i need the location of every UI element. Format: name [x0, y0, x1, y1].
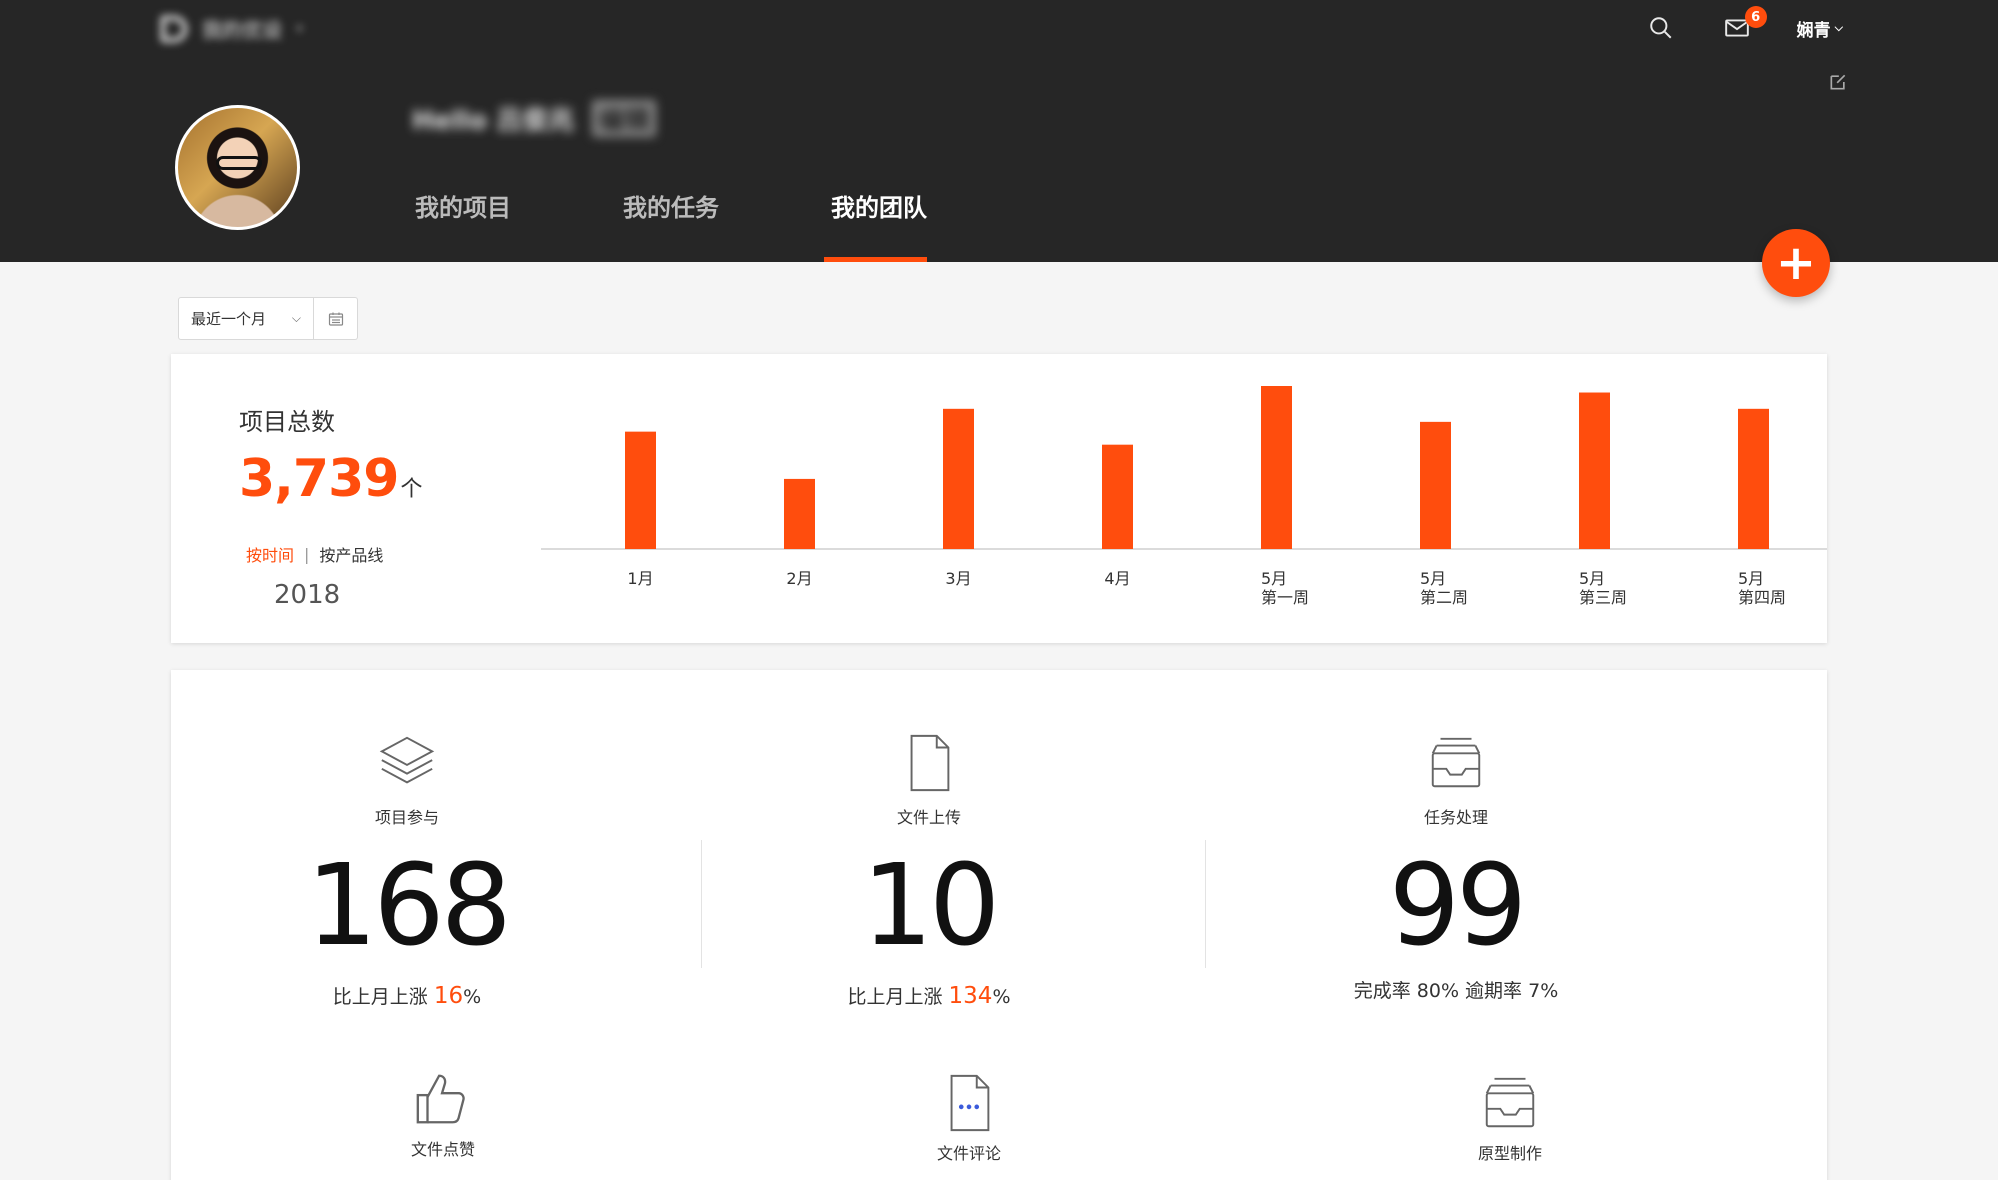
add-button[interactable]: +	[1762, 229, 1830, 297]
chart-bar[interactable]	[1102, 444, 1133, 549]
switch-by-time[interactable]: 按时间	[246, 542, 294, 566]
logo-icon	[160, 14, 188, 43]
app-logo[interactable]: 我的优设 ▾	[160, 14, 303, 43]
stat-label: 文件点赞	[410, 1140, 475, 1159]
tab-my-tasks[interactable]: 我的任务	[623, 196, 719, 262]
x-tick-label: 2月	[786, 569, 812, 588]
stat-value: 99	[1388, 841, 1528, 971]
chevron-down-icon: ⌵	[291, 311, 301, 325]
stat-project-participation: 项目参与 168 比上月上涨 16%	[197, 732, 617, 1009]
x-tick-label: 1月	[627, 569, 653, 588]
search-icon	[1649, 17, 1672, 39]
tab-my-projects[interactable]: 我的项目	[415, 196, 511, 262]
plus-icon: +	[1775, 235, 1817, 291]
stat-change: 比上月上涨 134%	[847, 983, 1011, 1009]
x-tick-label: 5月第四周	[1738, 569, 1786, 607]
chart-bar[interactable]	[1261, 386, 1292, 549]
file-icon	[910, 734, 950, 792]
x-tick-label: 4月	[1104, 569, 1130, 588]
total-title: 项目总数	[239, 408, 335, 436]
total-unit: 个	[400, 477, 423, 502]
date-filter: 最近一个月 ⌵	[178, 297, 358, 340]
divider	[1205, 840, 1206, 968]
inbox-icon	[1431, 737, 1481, 788]
x-tick-label: 5月第三周	[1579, 569, 1627, 607]
greeting-text: Hello 吕俊兆	[412, 106, 575, 136]
bar-chart: 1月 2月 3月 4月 5月第一周 5月第二周 5月第三周 5月第四周	[541, 386, 1827, 607]
tab-my-team[interactable]: 我的团队	[824, 196, 927, 262]
stat-value: 168	[306, 841, 512, 971]
chart-bar[interactable]	[1738, 408, 1769, 549]
stat-change: 比上月上涨 16%	[332, 983, 482, 1009]
stat-file-upload: 文件上传 10 比上月上涨 134%	[719, 732, 1139, 1009]
avatar[interactable]	[175, 105, 300, 230]
stats-card: 项目参与 168 比上月上涨 16% 文件上传 10 比上月上涨 134% 任务…	[171, 670, 1827, 1180]
switch-by-product[interactable]: 按产品线	[319, 542, 383, 566]
chevron-down-icon: ▾	[296, 20, 304, 37]
stat-file-likes: 文件点赞	[343, 1068, 543, 1160]
calendar-button[interactable]	[314, 297, 358, 340]
switch-separator: |	[304, 544, 310, 564]
chart-bar[interactable]	[784, 478, 815, 549]
stat-label: 原型制作	[1477, 1144, 1542, 1163]
user-menu[interactable]: 娴青 ⌵	[1797, 16, 1843, 41]
stat-prototype: 原型制作	[1410, 1072, 1610, 1164]
greeting: Hello 吕俊兆 编辑	[412, 100, 657, 137]
chevron-down-icon: ⌵	[1834, 21, 1843, 34]
chart-bar[interactable]	[943, 408, 974, 549]
stat-file-comments: 文件评论	[869, 1072, 1069, 1164]
role-tag: 编辑	[592, 100, 657, 137]
divider	[701, 840, 702, 968]
mail-button[interactable]: 6	[1721, 6, 1767, 44]
total-value: 3,739 个	[239, 449, 423, 509]
edit-icon[interactable]	[1828, 72, 1848, 92]
stat-value: 10	[861, 841, 1001, 971]
page-header: 我的优设 ▾ 6 娴青 ⌵ Hello 吕俊兆 编辑 我的项目 我的任务 我的团…	[0, 0, 1998, 262]
chart-bar[interactable]	[1420, 421, 1451, 549]
top-actions: 6 娴青 ⌵	[1645, 6, 1843, 44]
period-select[interactable]: 最近一个月 ⌵	[178, 297, 314, 340]
stat-label: 任务处理	[1423, 808, 1488, 827]
file-comment-icon	[950, 1074, 990, 1132]
main-tabs: 我的项目 我的任务 我的团队	[415, 196, 927, 262]
chart-bar[interactable]	[1579, 392, 1610, 549]
group-switch: 按时间 | 按产品线	[246, 542, 383, 566]
user-name: 娴青	[1796, 20, 1831, 41]
mail-badge: 6	[1744, 6, 1767, 28]
calendar-icon	[328, 312, 343, 326]
chart-bar[interactable]	[625, 431, 656, 549]
period-select-value: 最近一个月	[191, 310, 267, 328]
x-tick-label: 5月第一周	[1261, 569, 1309, 607]
stat-label: 文件上传	[896, 808, 961, 827]
inbox-stack-icon	[1485, 1077, 1535, 1128]
layers-icon	[379, 736, 435, 784]
stat-label: 项目参与	[374, 808, 439, 827]
x-tick-label: 5月第二周	[1420, 569, 1468, 607]
stat-label: 文件评论	[936, 1144, 1001, 1163]
search-button[interactable]	[1645, 12, 1677, 44]
stat-task-processing: 任务处理 99 完成率 80% 逾期率 7%	[1246, 732, 1666, 1003]
year-label: 2018	[274, 580, 341, 610]
total-number: 3,739	[239, 449, 399, 509]
x-tick-label: 3月	[945, 569, 971, 588]
thumbs-up-icon	[416, 1074, 465, 1124]
stat-rates: 完成率 80% 逾期率 7%	[1353, 980, 1559, 1002]
app-name: 我的优设	[202, 18, 282, 42]
project-total-card: 项目总数 3,739 个 按时间 | 按产品线 2018 1月 2月 3月 4月 5月第…	[171, 354, 1827, 643]
